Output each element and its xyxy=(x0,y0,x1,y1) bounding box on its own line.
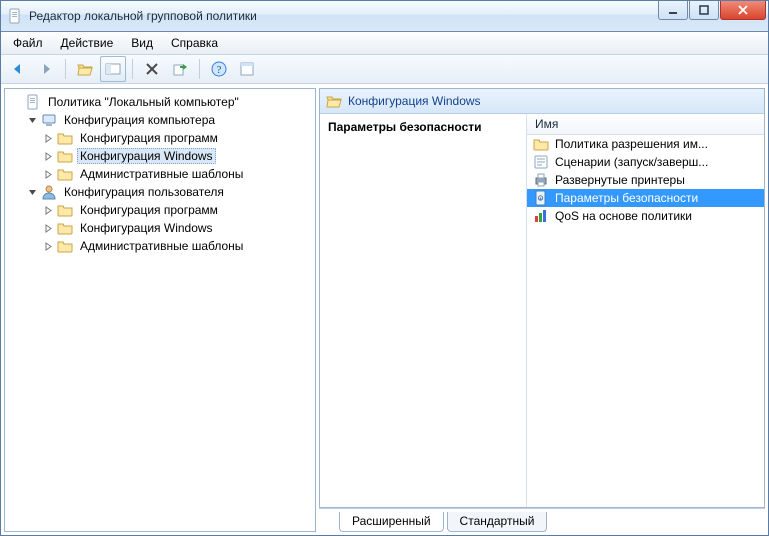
list-item[interactable]: Развернутые принтеры xyxy=(527,171,764,189)
folder-icon xyxy=(57,220,73,236)
list-item-label: Развернутые принтеры xyxy=(555,173,685,187)
tree-label-selected: Конфигурация Windows xyxy=(77,148,216,164)
maximize-button[interactable] xyxy=(689,1,719,20)
chart-bars-icon xyxy=(533,208,549,224)
expand-icon[interactable] xyxy=(41,239,55,253)
toolbar-separator xyxy=(65,59,66,79)
list-item-label: QoS на основе политики xyxy=(555,209,692,223)
properties-button[interactable] xyxy=(234,56,260,82)
description-panel: Параметры безопасности xyxy=(320,114,527,507)
app-icon xyxy=(7,8,23,24)
view-tabs: Расширенный Стандартный xyxy=(319,508,765,532)
expand-icon[interactable] xyxy=(41,149,55,163)
list-item[interactable]: Политика разрешения им... xyxy=(527,135,764,153)
folder-icon xyxy=(57,148,73,164)
show-tree-button[interactable] xyxy=(100,56,126,82)
forward-button[interactable] xyxy=(33,56,59,82)
tree-label: Конфигурация компьютера xyxy=(61,112,218,128)
tree-label: Конфигурация пользователя xyxy=(61,184,227,200)
up-button[interactable] xyxy=(72,56,98,82)
expand-icon[interactable] xyxy=(41,221,55,235)
list-item[interactable]: Сценарии (запуск/заверш... xyxy=(527,153,764,171)
security-icon xyxy=(533,190,549,206)
back-button[interactable] xyxy=(5,56,31,82)
tree-root[interactable]: Политика "Локальный компьютер" xyxy=(5,93,315,111)
menu-bar: Файл Действие Вид Справка xyxy=(1,32,768,55)
tree-label: Конфигурация Windows xyxy=(77,220,216,236)
toolbar-separator xyxy=(132,59,133,79)
tree-computer-config[interactable]: Конфигурация компьютера xyxy=(5,111,315,129)
collapse-icon[interactable] xyxy=(25,113,39,127)
tree-comp-windows[interactable]: Конфигурация Windows xyxy=(5,147,315,165)
folder-icon xyxy=(57,130,73,146)
computer-icon xyxy=(41,112,57,128)
right-pane: Конфигурация Windows Параметры безопасно… xyxy=(319,88,765,508)
expand-icon[interactable] xyxy=(41,131,55,145)
folder-open-icon xyxy=(326,93,342,109)
folder-icon xyxy=(533,136,549,152)
doc-icon xyxy=(25,94,41,110)
tree-root-label: Политика "Локальный компьютер" xyxy=(45,94,242,110)
menu-action[interactable]: Действие xyxy=(53,34,122,52)
list-item-label: Политика разрешения им... xyxy=(555,137,708,151)
printer-icon xyxy=(533,172,549,188)
tree-comp-programs[interactable]: Конфигурация программ xyxy=(5,129,315,147)
menu-file[interactable]: Файл xyxy=(5,34,51,52)
folder-icon xyxy=(57,202,73,218)
expand-icon[interactable] xyxy=(41,167,55,181)
list-item-selected[interactable]: Параметры безопасности xyxy=(527,189,764,207)
breadcrumb-label: Конфигурация Windows xyxy=(348,94,481,108)
app-window: Редактор локальной групповой политики Фа… xyxy=(0,0,769,536)
description-header: Параметры безопасности xyxy=(328,120,518,134)
toolbar xyxy=(1,55,768,84)
tree-user-programs[interactable]: Конфигурация программ xyxy=(5,201,315,219)
user-icon xyxy=(41,184,57,200)
tree-user-windows[interactable]: Конфигурация Windows xyxy=(5,219,315,237)
tab-extended[interactable]: Расширенный xyxy=(339,512,444,532)
tab-standard[interactable]: Стандартный xyxy=(447,512,548,532)
folder-icon xyxy=(57,238,73,254)
list-item-label: Сценарии (запуск/заверш... xyxy=(555,155,708,169)
window-title: Редактор локальной групповой политики xyxy=(29,9,657,23)
expand-icon[interactable] xyxy=(41,203,55,217)
column-header-name[interactable]: Имя xyxy=(527,114,764,135)
toolbar-separator xyxy=(199,59,200,79)
tree-label: Конфигурация программ xyxy=(77,202,221,218)
menu-view[interactable]: Вид xyxy=(123,34,161,52)
tree-label: Административные шаблоны xyxy=(77,238,246,254)
right-wrap: Конфигурация Windows Параметры безопасно… xyxy=(319,88,765,532)
minimize-button[interactable] xyxy=(658,1,688,20)
item-list[interactable]: Политика разрешения им... Сценарии (запу… xyxy=(527,135,764,507)
tree-user-config[interactable]: Конфигурация пользователя xyxy=(5,183,315,201)
script-icon xyxy=(533,154,549,170)
tree-comp-templates[interactable]: Административные шаблоны xyxy=(5,165,315,183)
list-panel: Имя Политика разрешения им... Сценарии (… xyxy=(527,114,764,507)
delete-button[interactable] xyxy=(139,56,165,82)
close-button[interactable] xyxy=(720,1,766,20)
menu-help[interactable]: Справка xyxy=(163,34,226,52)
tree-pane[interactable]: Политика "Локальный компьютер" Конфигура… xyxy=(4,88,316,532)
export-button[interactable] xyxy=(167,56,193,82)
help-button[interactable] xyxy=(206,56,232,82)
list-item-label: Параметры безопасности xyxy=(555,191,698,205)
breadcrumb: Конфигурация Windows xyxy=(320,89,764,114)
list-item[interactable]: QoS на основе политики xyxy=(527,207,764,225)
titlebar: Редактор локальной групповой политики xyxy=(1,1,768,32)
folder-icon xyxy=(57,166,73,182)
collapse-icon[interactable] xyxy=(25,185,39,199)
tree-label: Конфигурация программ xyxy=(77,130,221,146)
body: Политика "Локальный компьютер" Конфигура… xyxy=(1,84,768,535)
tree-label: Административные шаблоны xyxy=(77,166,246,182)
tree-user-templates[interactable]: Административные шаблоны xyxy=(5,237,315,255)
